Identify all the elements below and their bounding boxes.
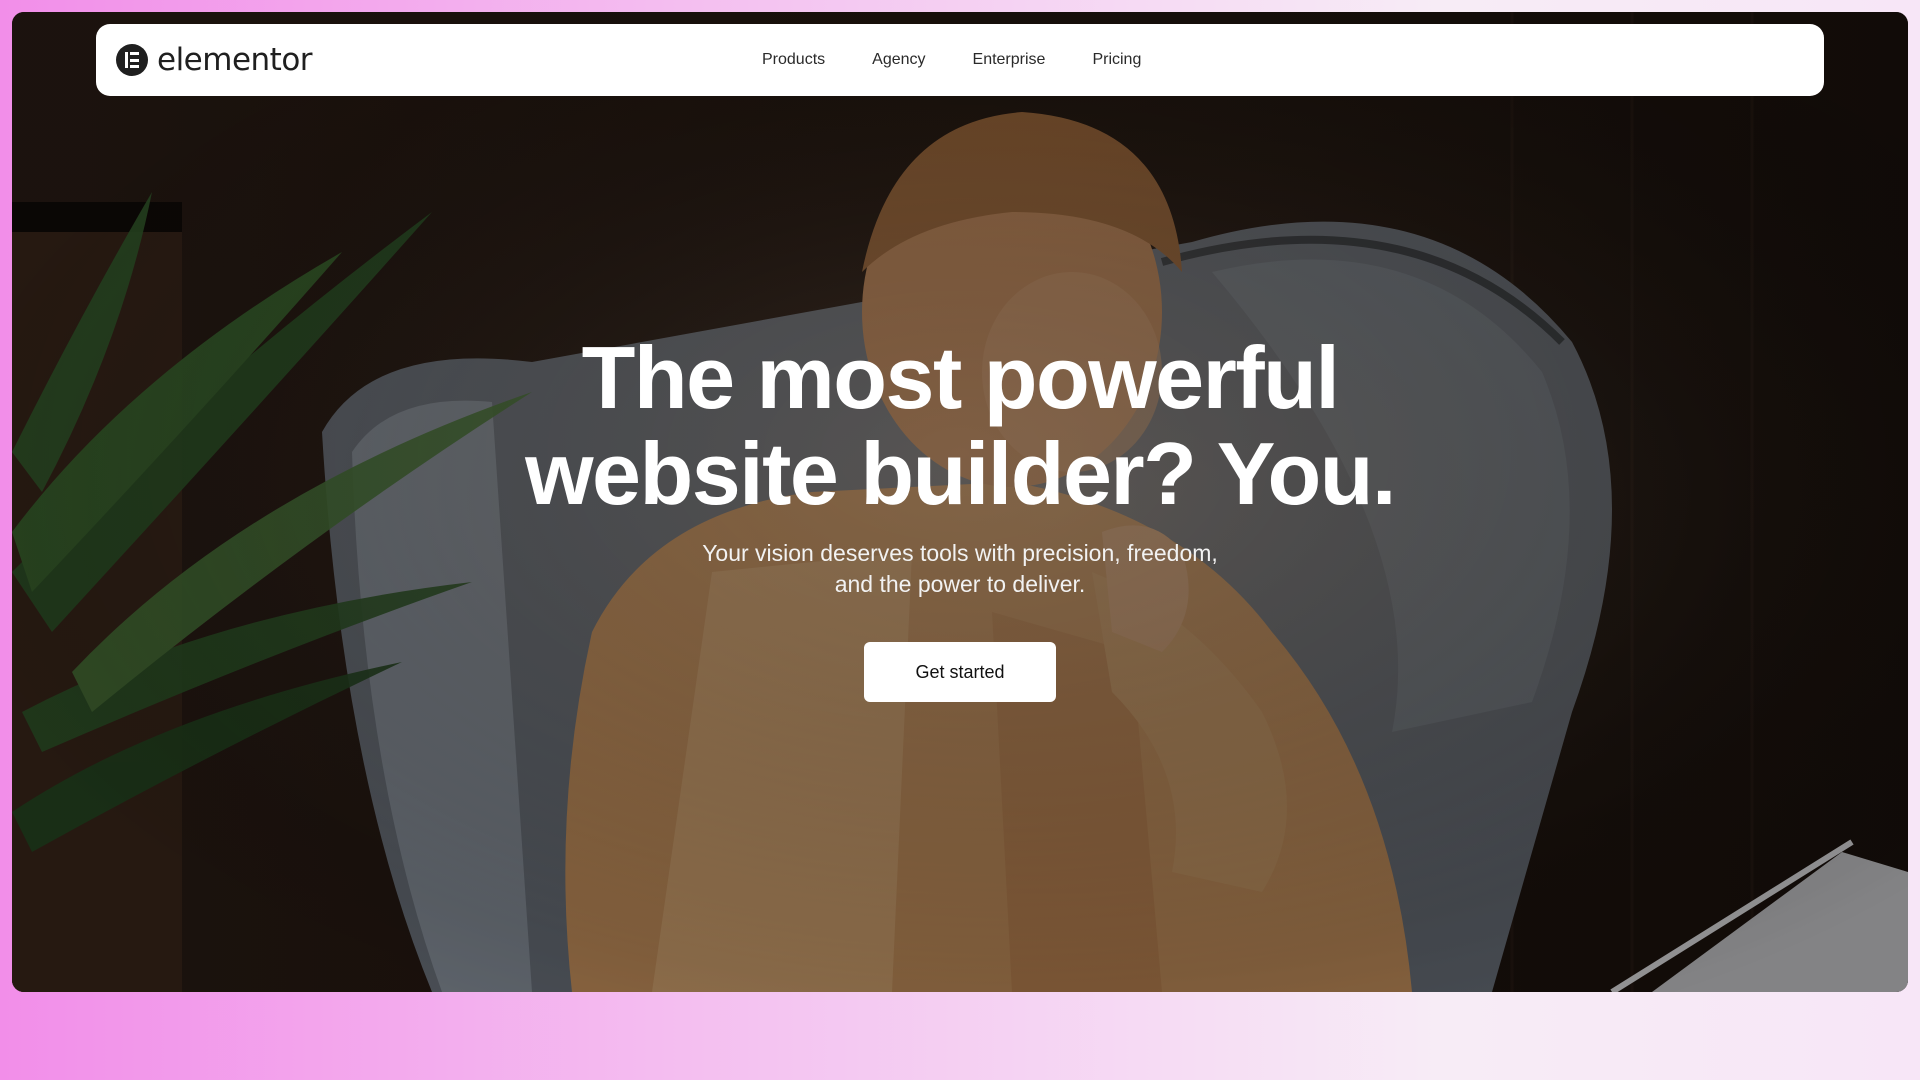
nav-item-agency[interactable]: Agency xyxy=(872,51,925,69)
nav-item-pricing[interactable]: Pricing xyxy=(1092,51,1141,69)
nav-item-enterprise[interactable]: Enterprise xyxy=(973,51,1046,69)
hero-headline-line-2: website builder? You. xyxy=(525,424,1396,523)
brand-wordmark: elementor xyxy=(157,42,313,78)
nav-menu: Products Agency Enterprise Pricing xyxy=(762,24,1141,96)
hero-headline: The most powerful website builder? You. xyxy=(12,330,1908,522)
get-started-button[interactable]: Get started xyxy=(864,642,1056,702)
hero-subheading: Your vision deserves tools with precisio… xyxy=(12,538,1908,600)
top-navigation-bar: elementor Products Agency Enterprise Pri… xyxy=(96,24,1824,96)
elementor-e-logo-icon xyxy=(116,44,148,76)
hero-section: The most powerful website builder? You. … xyxy=(12,12,1908,992)
nav-item-products[interactable]: Products xyxy=(762,51,825,69)
hero-subheading-line-2: and the power to deliver. xyxy=(834,571,1086,597)
hero-subheading-line-1: Your vision deserves tools with precisio… xyxy=(702,540,1218,566)
hero-headline-line-1: The most powerful xyxy=(581,328,1340,427)
brand-logo-link[interactable]: elementor xyxy=(116,42,313,78)
